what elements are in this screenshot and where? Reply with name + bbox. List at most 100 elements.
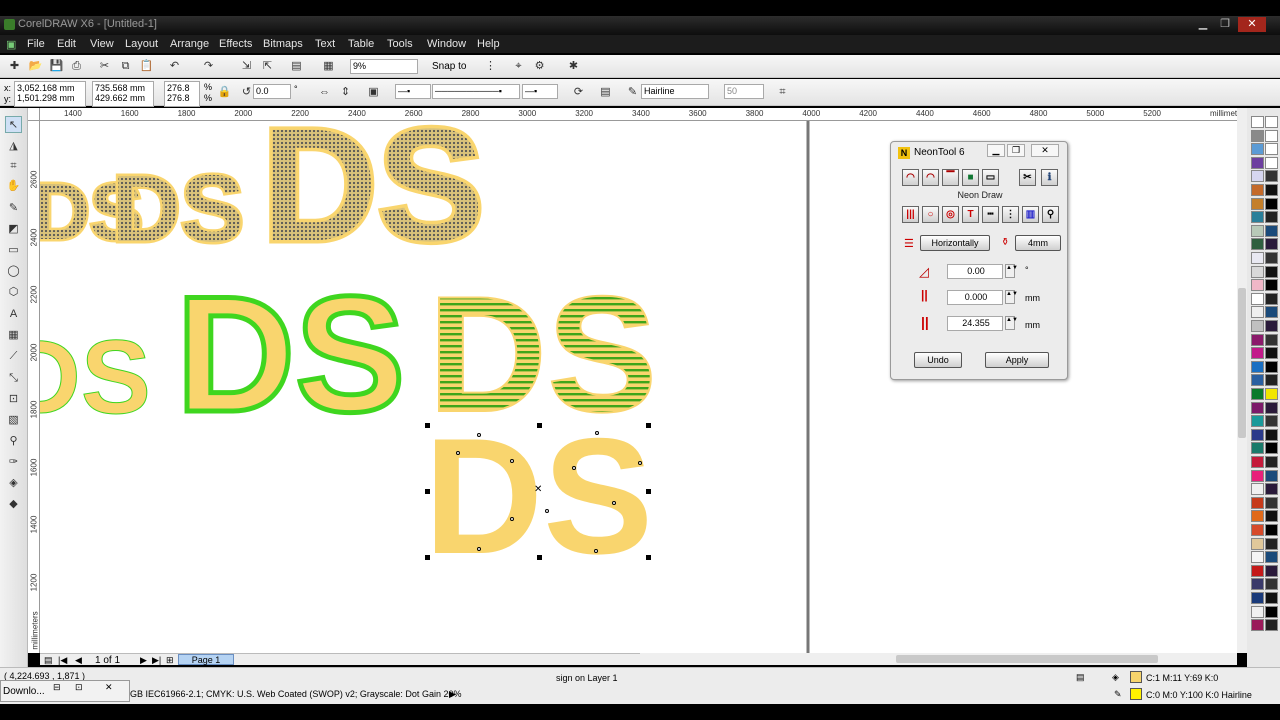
palette-swatch[interactable] (1251, 306, 1264, 319)
text-tool-icon[interactable]: A (5, 306, 22, 323)
palette-swatch[interactable] (1265, 333, 1278, 346)
palette-swatch[interactable] (1265, 252, 1278, 264)
palette-swatch[interactable] (1265, 401, 1278, 414)
neon-info-icon[interactable]: ℹ (1041, 169, 1058, 186)
taskbar-popup[interactable]: Downlo... ⊟ ⊡ ✕ (0, 680, 130, 702)
nudge-field[interactable]: 50 (724, 84, 764, 99)
menu-file[interactable]: File (27, 38, 45, 50)
palette-swatch[interactable] (1265, 238, 1278, 251)
neon-mode-3-icon[interactable]: ▔ (942, 169, 959, 186)
palette-swatch[interactable] (1265, 143, 1278, 156)
palette-swatch[interactable] (1251, 592, 1264, 604)
circle-icon[interactable]: ○ (922, 206, 939, 223)
target-icon[interactable]: ◎ (942, 206, 959, 223)
height-field[interactable]: 429.662 mm (92, 92, 154, 107)
palette-swatch[interactable] (1265, 374, 1278, 387)
palette-swatch[interactable] (1251, 551, 1264, 564)
palette-swatch[interactable] (1251, 211, 1264, 224)
palette-swatch[interactable] (1265, 184, 1278, 196)
palette-swatch[interactable] (1265, 197, 1278, 210)
neon-mode-1-icon[interactable]: ◠ (902, 169, 919, 186)
fill-color-swatch[interactable] (1130, 671, 1142, 683)
palette-swatch[interactable] (1265, 306, 1278, 319)
size-select[interactable]: 4mm (1015, 235, 1061, 251)
pick-tool-icon[interactable]: ↖ (5, 116, 22, 133)
spacing-input[interactable]: 0.000 (947, 290, 1003, 305)
selection-handle[interactable] (646, 555, 651, 560)
save-icon[interactable]: 💾 (48, 58, 65, 75)
path-node[interactable] (594, 549, 598, 553)
neontool-minimize-icon[interactable]: ▁ (987, 144, 1005, 157)
palette-swatch[interactable] (1251, 143, 1264, 156)
palette-swatch[interactable] (1251, 224, 1264, 237)
direction-select[interactable]: Horizontally (920, 235, 990, 251)
palette-swatch[interactable] (1265, 551, 1278, 564)
angle-input[interactable]: 0.00 (947, 264, 1003, 279)
horizontal-scrollbar[interactable] (640, 653, 1237, 665)
palette-swatch[interactable] (1265, 292, 1278, 305)
palette-swatch[interactable] (1251, 483, 1264, 496)
menu-layout[interactable]: Layout (125, 38, 158, 50)
launcher-icon[interactable]: ▤ (288, 58, 305, 75)
welcome-icon[interactable]: ▦ (320, 58, 337, 75)
menu-table[interactable]: Table (348, 38, 374, 50)
copy-icon[interactable]: ⧉ (117, 58, 134, 75)
palette-swatch[interactable] (1251, 116, 1264, 128)
fill-tool-icon[interactable]: ◈ (5, 475, 22, 492)
scale-y-field[interactable]: 276.8 (164, 92, 200, 107)
selection-handle[interactable] (537, 555, 542, 560)
palette-swatch[interactable] (1251, 170, 1264, 183)
palette-swatch[interactable] (1251, 415, 1264, 428)
horizontal-scroll-thumb[interactable] (896, 655, 1158, 663)
palette-swatch[interactable] (1251, 374, 1264, 387)
palette-swatch[interactable] (1265, 388, 1278, 400)
palette-swatch[interactable] (1265, 415, 1278, 428)
freehand-tool-icon[interactable]: ✎ (5, 200, 22, 217)
menu-bitmaps[interactable]: Bitmaps (263, 38, 303, 50)
palette-swatch[interactable] (1251, 333, 1264, 346)
first-page-icon[interactable]: |◀ (58, 655, 67, 666)
menu-help[interactable]: Help (477, 38, 500, 50)
palette-swatch[interactable] (1251, 197, 1264, 210)
palette-swatch[interactable] (1251, 578, 1264, 591)
ruler-origin[interactable] (28, 108, 40, 121)
palette-swatch[interactable] (1251, 360, 1264, 373)
dots-vertical-icon[interactable]: ⋮ (1002, 206, 1019, 223)
palette-swatch[interactable] (1265, 524, 1278, 536)
palette-swatch[interactable] (1265, 156, 1278, 169)
neon-mode-4-icon[interactable]: ■ (962, 169, 979, 186)
path-node[interactable] (572, 466, 576, 470)
outline-color-swatch[interactable] (1130, 688, 1142, 700)
taskbar-item-label[interactable]: Downlo... (3, 686, 45, 697)
palette-swatch[interactable] (1251, 564, 1264, 577)
menu-tools[interactable]: Tools (387, 38, 413, 50)
transparency-tool-icon[interactable]: ▧ (5, 412, 22, 429)
palette-swatch[interactable] (1251, 129, 1264, 142)
palette-swatch[interactable] (1251, 456, 1264, 468)
end-arrow-select[interactable]: —▪ (522, 84, 558, 99)
fill-icon[interactable]: ▤ (1076, 672, 1085, 683)
path-node[interactable] (612, 501, 616, 505)
wrap-icon[interactable]: ⟳ (570, 84, 587, 101)
ds-selected[interactable]: DS (424, 404, 653, 588)
palette-swatch[interactable] (1251, 469, 1264, 482)
palette-swatch[interactable] (1251, 401, 1264, 414)
cut-icon[interactable]: ✂ (96, 58, 113, 75)
palette-swatch[interactable] (1265, 564, 1278, 577)
palette-swatch[interactable] (1265, 211, 1278, 224)
menu-text[interactable]: Text (315, 38, 335, 50)
line-style-select[interactable]: ──────────▪ (432, 84, 520, 99)
palette-swatch[interactable] (1265, 279, 1278, 292)
selection-handle[interactable] (537, 423, 542, 428)
selection-handle[interactable] (425, 489, 430, 494)
minimize-icon[interactable]: ▁ (1193, 17, 1213, 32)
apply-button[interactable]: Apply (985, 352, 1049, 368)
rectangle-tool-icon[interactable]: ▭ (5, 242, 22, 259)
menu-arrange[interactable]: Arrange (170, 38, 209, 50)
table-tool-icon[interactable]: ▦ (5, 327, 22, 344)
neon-mode-5-icon[interactable]: ▭ (982, 169, 999, 186)
palette-swatch[interactable] (1265, 129, 1278, 142)
width-input[interactable]: 24.355 (947, 316, 1003, 331)
palette-swatch[interactable] (1265, 360, 1278, 373)
eyedropper-tool-icon[interactable]: ⚲ (5, 433, 22, 450)
